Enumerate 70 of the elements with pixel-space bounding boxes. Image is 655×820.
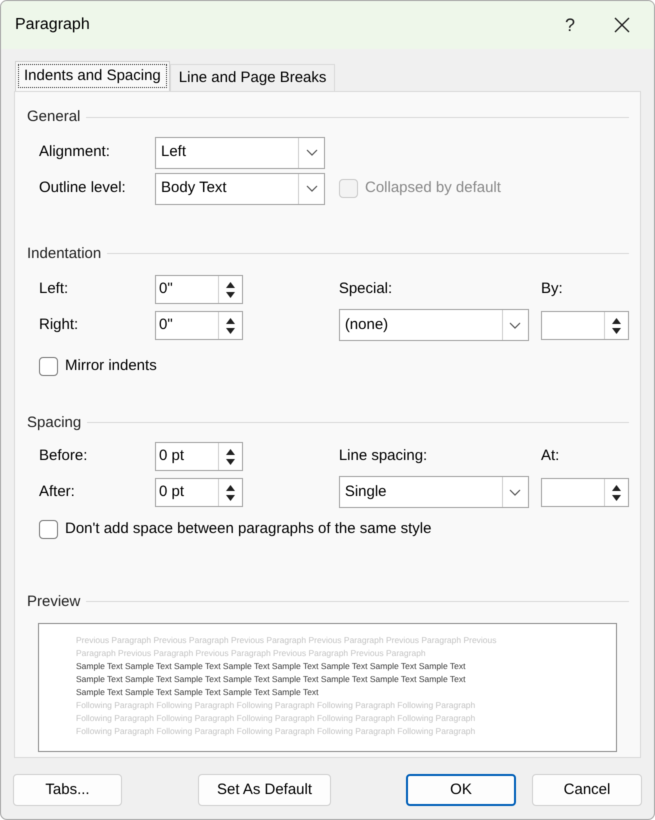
dialog-button[interactable]: Tabs...: [13, 774, 122, 806]
up-arrow-icon[interactable]: [226, 484, 235, 490]
field-label: Special:: [338, 279, 392, 300]
field-label: By:: [541, 279, 563, 300]
up-arrow-icon[interactable]: [226, 282, 235, 288]
spin-value: 0": [159, 280, 173, 298]
dropdown-value: Body Text: [160, 178, 228, 198]
preview-line: Paragraph Previous Paragraph Previous Paragraph Previous Paragraph Previous Paragraph: [76, 647, 427, 660]
dialog-button[interactable]: OK: [406, 774, 516, 806]
tab[interactable]: Line and Page Breaks: [170, 64, 336, 91]
dropdown-value: (none): [344, 314, 390, 335]
field-label: After:: [39, 482, 76, 502]
down-arrow-icon[interactable]: [226, 494, 235, 500]
preview-line: Following Paragraph Following Paragraph Following Paragraph Following Paragraph Following Paragraph: [76, 699, 476, 712]
checkbox-label: Don't add space between paragraphs of the same style: [65, 519, 432, 539]
section-heading: Preview: [27, 592, 80, 612]
dropdown[interactable]: (none): [338, 309, 529, 341]
checkbox[interactable]: [39, 356, 58, 376]
up-arrow-icon[interactable]: [226, 318, 235, 324]
down-arrow-icon[interactable]: [612, 494, 621, 500]
preview-line: Following Paragraph Following Paragraph Following Paragraph Following Paragraph Following Paragraph: [76, 725, 476, 738]
field-label: At:: [541, 446, 560, 466]
section-heading: Spacing: [27, 412, 82, 432]
chevron-down-icon: [306, 149, 318, 156]
checkbox-label: Collapsed by default: [365, 178, 501, 198]
checkbox-label: Mirror indents: [65, 356, 157, 376]
dropdown[interactable]: Body Text: [155, 172, 325, 204]
dropdown[interactable]: Left: [155, 136, 325, 168]
spin-field[interactable]: 0": [155, 275, 243, 304]
section-heading: General: [27, 107, 80, 127]
down-arrow-icon[interactable]: [226, 292, 235, 298]
chevron-down-icon: [306, 185, 318, 192]
spin-value: 0 pt: [159, 483, 184, 500]
field-label: Outline level:: [39, 178, 127, 198]
section-heading: Indentation: [27, 244, 102, 264]
dropdown-value: Left: [160, 142, 188, 162]
dialog-button[interactable]: Set As Default: [198, 774, 331, 806]
up-arrow-icon[interactable]: [612, 318, 621, 324]
chevron-down-icon: [509, 488, 522, 496]
dropdown[interactable]: Single: [338, 476, 529, 508]
field-label: Left:: [39, 279, 70, 300]
window-title: Paragraph: [15, 15, 91, 35]
preview-line: Sample Text Sample Text Sample Text Sample Text Sample Text Sample Text Sample Text Sample Text: [76, 660, 466, 673]
preview-line: Sample Text Sample Text Sample Text Sample Text Sample Text Sample Text Sample Text Sample Text: [76, 673, 466, 686]
spin-field[interactable]: 0 pt: [155, 442, 243, 471]
spin-value: 0 pt: [159, 447, 184, 464]
spin-field[interactable]: 0": [155, 311, 243, 340]
down-arrow-icon[interactable]: [612, 328, 621, 334]
checkbox[interactable]: [39, 520, 58, 539]
chevron-down-icon: [509, 322, 522, 328]
down-arrow-icon[interactable]: [226, 328, 235, 334]
field-label: Alignment:: [39, 142, 111, 162]
down-arrow-icon[interactable]: [226, 458, 235, 464]
dropdown-value: Single: [344, 482, 388, 502]
close-icon: [614, 17, 630, 33]
dialog-button[interactable]: Cancel: [532, 774, 642, 806]
spin-field[interactable]: 0 pt: [155, 478, 243, 507]
preview-line: Sample Text Sample Text Sample Text Sample Text Sample Text: [76, 686, 320, 699]
spin-field[interactable]: [541, 311, 629, 340]
up-arrow-icon[interactable]: [612, 484, 621, 490]
preview-line: Following Paragraph Following Paragraph Following Paragraph Following Paragraph Following Paragraph: [76, 712, 476, 725]
preview-line: Previous Paragraph Previous Paragraph Previous Paragraph Previous Paragraph Previous Paragraph Previous: [76, 634, 498, 647]
tab[interactable]: Indents and Spacing: [15, 61, 170, 91]
spin-value: 0": [159, 316, 173, 334]
field-label: Before:: [39, 446, 88, 466]
field-label: Line spacing:: [338, 446, 428, 466]
help-button[interactable]: ?: [550, 5, 590, 45]
up-arrow-icon[interactable]: [226, 448, 235, 454]
spin-field[interactable]: [541, 478, 629, 507]
field-label: Right:: [39, 315, 80, 336]
